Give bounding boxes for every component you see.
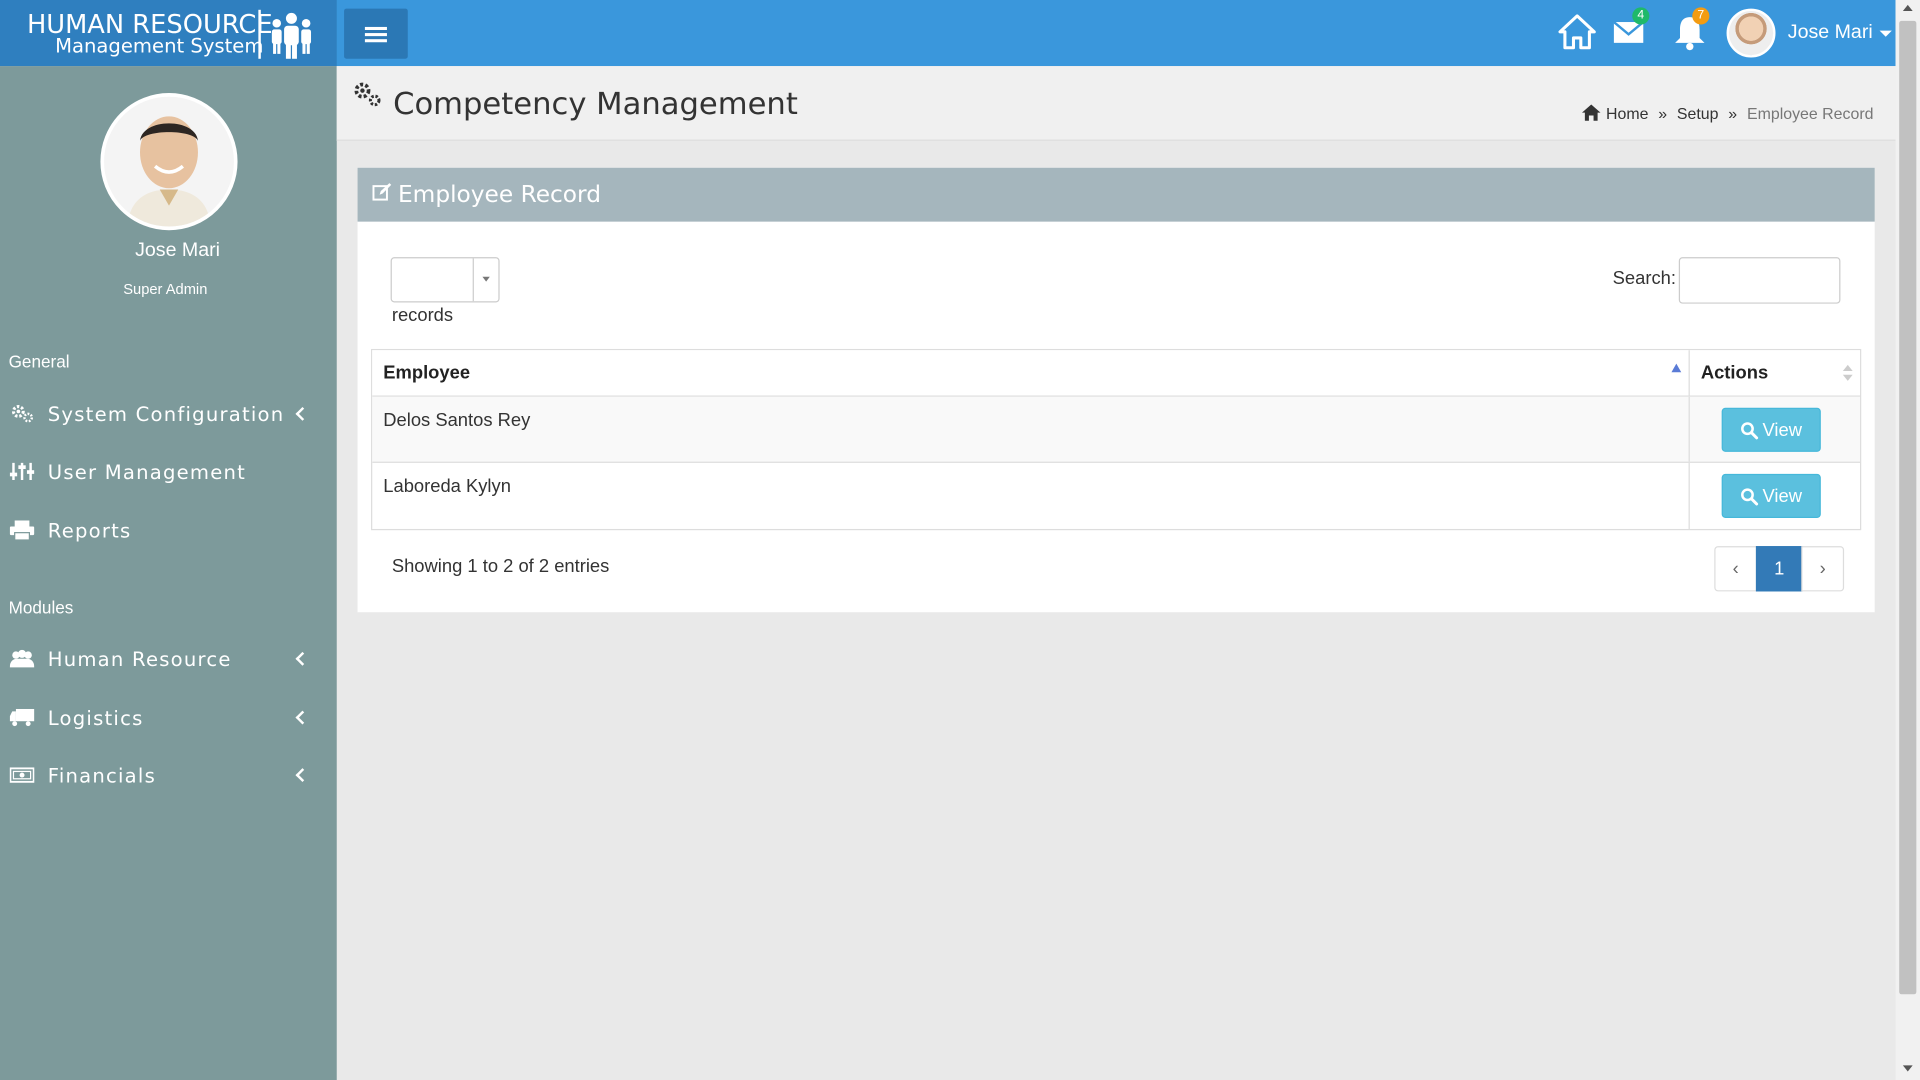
view-button-label: View [1762,485,1803,507]
view-button[interactable]: View [1721,473,1821,518]
brand-divider [258,9,261,59]
page-scrollbar[interactable] [1895,0,1920,1080]
user-menu-dropdown[interactable]: Jose Mari [1726,8,1893,58]
page-title: Competency Management [393,85,798,122]
table-row: Delos Santos Rey View [372,396,1861,463]
sort-icon [1842,374,1853,381]
records-label: records [391,304,454,326]
breadcrumb-separator: » [1658,103,1668,122]
sort-icon [1842,364,1853,372]
breadcrumb-home[interactable]: Home [1606,103,1648,121]
profile-role: Super Admin [123,280,208,298]
search-input[interactable] [1678,257,1841,304]
brand-subtitle: Management System [55,34,264,58]
cell-actions: View [1690,397,1860,462]
employee-name: Delos Santos Rey [383,410,531,432]
pagination-page-1[interactable]: 1 [1755,546,1803,592]
user-name: Jose Mari [1787,22,1873,43]
sidebar-item-label: Reports [47,518,132,542]
cell-actions: View [1690,463,1860,529]
employee-name: Laboreda Kylyn [383,476,511,498]
sidebar: Jose Mari Super Admin General System Con… [0,66,337,1080]
breadcrumb-setup[interactable]: Setup [1677,103,1719,121]
messages-count-badge: 4 [1632,7,1650,25]
view-button-label: View [1762,419,1803,441]
sidebar-item-logistics[interactable]: Logistics [0,691,337,745]
breadcrumb-current: Employee Record [1746,103,1874,122]
sidebar-item-label: System Configuration [47,402,285,426]
column-header-actions[interactable]: Actions [1690,350,1860,395]
search-icon [1741,421,1759,439]
chevron-left-icon [295,710,310,725]
notifications-count-badge: 7 [1692,7,1710,25]
top-navbar: HUMAN RESOURCE Management System 4 7 Jos… [0,0,1896,67]
table-info: Showing 1 to 2 of 2 entries [391,555,610,577]
scroll-down-arrow-icon[interactable] [1902,1065,1913,1072]
notifications-button[interactable]: 7 [1668,7,1712,54]
gears-icon [11,405,34,423]
gears-icon [354,82,381,107]
scrollbar-thumb[interactable] [1899,20,1917,995]
scroll-up-arrow-icon[interactable] [1902,4,1913,12]
search-icon [1741,487,1759,505]
chevron-left-icon [295,651,310,666]
records-per-page-select[interactable] [390,257,500,303]
panel-title: Employee Record [397,181,601,209]
column-header-employee[interactable]: Employee [372,350,1690,396]
section-label-modules: Modules [8,597,74,618]
cell-employee: Laboreda Kylyn [372,462,1690,529]
profile-photo [104,96,234,227]
edit-icon [372,183,392,201]
caret-down-icon [1880,30,1893,37]
printer-icon [9,520,35,541]
employee-record-panel: Employee Record records Search: Employee… [357,167,1875,613]
table-header-row: Employee Actions [372,350,1861,397]
truck-icon [9,708,35,727]
sidebar-item-reports[interactable]: Reports [0,503,337,557]
column-header-label: Actions [1700,362,1769,384]
column-header-label: Employee [383,362,471,384]
chevron-left-icon [295,406,310,421]
brand-logo-area[interactable]: HUMAN RESOURCE Management System [0,0,337,67]
home-button[interactable] [1555,10,1599,54]
sidebar-toggle-button[interactable] [344,8,408,59]
page-header: Competency Management Home » Setup » Emp… [336,66,1896,141]
breadcrumb-separator: » [1728,103,1738,122]
sidebar-item-user-management[interactable]: User Management [0,444,337,498]
profile-avatar [100,93,238,231]
cell-employee: Delos Santos Rey [372,396,1690,462]
view-button[interactable]: View [1721,407,1821,452]
search-label: Search: [1612,268,1676,289]
pagination-previous[interactable]: ‹ [1714,546,1758,592]
profile-name: Jose Mari [135,240,221,261]
sidebar-item-label: Human Resource [47,647,232,671]
hamburger-icon [364,26,387,42]
sidebar-item-financials[interactable]: Financials [0,748,337,802]
messages-button[interactable]: 4 [1608,7,1652,54]
table-row: Laboreda Kylyn View [372,462,1860,529]
sidebar-item-label: Logistics [47,705,144,730]
sidebar-item-label: Financials [47,763,157,787]
sidebar-item-human-resource[interactable]: Human Resource [0,632,337,686]
sidebar-item-label: User Management [47,459,247,484]
user-avatar [1726,8,1776,58]
sliders-icon [9,462,35,481]
pagination-next[interactable]: › [1801,546,1845,592]
pagination: ‹ 1 › [1714,546,1845,592]
panel-header: Employee Record [357,167,1875,222]
users-icon [9,649,35,668]
money-icon [9,767,35,783]
sidebar-item-system-configuration[interactable]: System Configuration [0,387,337,441]
section-label-general: General [8,351,70,372]
chevron-left-icon [295,768,310,783]
people-logo-icon [271,12,312,59]
breadcrumb: Home » Setup » Employee Record [1580,103,1873,123]
home-icon [1581,104,1600,121]
home-icon [1558,14,1596,50]
employee-table: Employee Actions Delos Santos Rey View L… [371,348,1862,531]
dropdown-arrow-icon [472,258,499,302]
sort-ascending-icon [1671,363,1682,373]
